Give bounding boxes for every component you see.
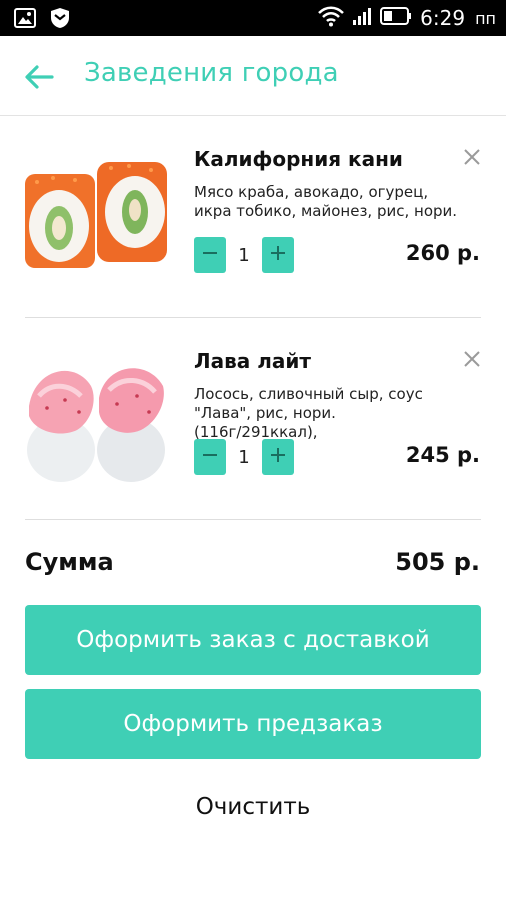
shield-icon xyxy=(50,7,70,33)
battery-icon xyxy=(380,6,412,30)
close-icon xyxy=(462,351,482,373)
delivery-order-button[interactable]: Оформить заказ с доставкой xyxy=(25,605,481,675)
plus-icon xyxy=(269,446,287,468)
total-label: Сумма xyxy=(25,548,114,576)
status-bar-right: 6:29 пп xyxy=(318,5,496,31)
page-title: Заведения города xyxy=(84,58,339,88)
wifi-icon xyxy=(318,5,345,31)
cart-item: Лава лайт Лосось, сливочный сыр, соус "Л… xyxy=(0,319,506,521)
signal-icon xyxy=(352,6,372,30)
item-price: 260 р. xyxy=(405,241,480,265)
divider xyxy=(25,317,481,318)
pre-order-button[interactable]: Оформить предзаказ xyxy=(25,689,481,759)
quantity-value: 1 xyxy=(238,244,250,266)
close-icon xyxy=(462,149,482,171)
status-time-suffix: пп xyxy=(475,8,496,28)
divider xyxy=(25,519,481,520)
app-bar: Заведения города xyxy=(0,36,506,116)
clear-cart-button[interactable]: Очистить xyxy=(0,794,506,820)
product-image xyxy=(25,346,167,488)
item-description: Мясо краба, авокадо, огурец, икра тобико… xyxy=(194,183,458,220)
status-bar-left xyxy=(14,7,70,33)
item-price: 245 р. xyxy=(405,443,480,467)
remove-item-button[interactable] xyxy=(462,147,482,167)
remove-item-button[interactable] xyxy=(462,349,482,369)
minus-icon xyxy=(201,244,219,266)
item-name: Калифорния кани xyxy=(194,147,403,171)
decrease-quantity-button[interactable] xyxy=(194,237,226,273)
back-button[interactable] xyxy=(22,60,56,94)
product-image xyxy=(25,144,167,286)
increase-quantity-button[interactable] xyxy=(262,439,294,475)
increase-quantity-button[interactable] xyxy=(262,237,294,273)
cart-item: Калифорния кани Мясо краба, авокадо, огу… xyxy=(0,117,506,319)
status-time: 6:29 xyxy=(420,6,466,30)
quantity-stepper: 1 xyxy=(194,237,294,273)
quantity-value: 1 xyxy=(238,446,250,468)
image-icon xyxy=(14,8,36,32)
item-description: Лосось, сливочный сыр, соус "Лава", рис,… xyxy=(194,385,423,441)
quantity-stepper: 1 xyxy=(194,439,294,475)
decrease-quantity-button[interactable] xyxy=(194,439,226,475)
minus-icon xyxy=(201,446,219,468)
item-name: Лава лайт xyxy=(194,349,311,373)
status-bar: 6:29 пп xyxy=(0,0,506,36)
plus-icon xyxy=(269,244,287,266)
arrow-left-icon xyxy=(22,65,56,98)
total-value: 505 р. xyxy=(395,548,480,576)
